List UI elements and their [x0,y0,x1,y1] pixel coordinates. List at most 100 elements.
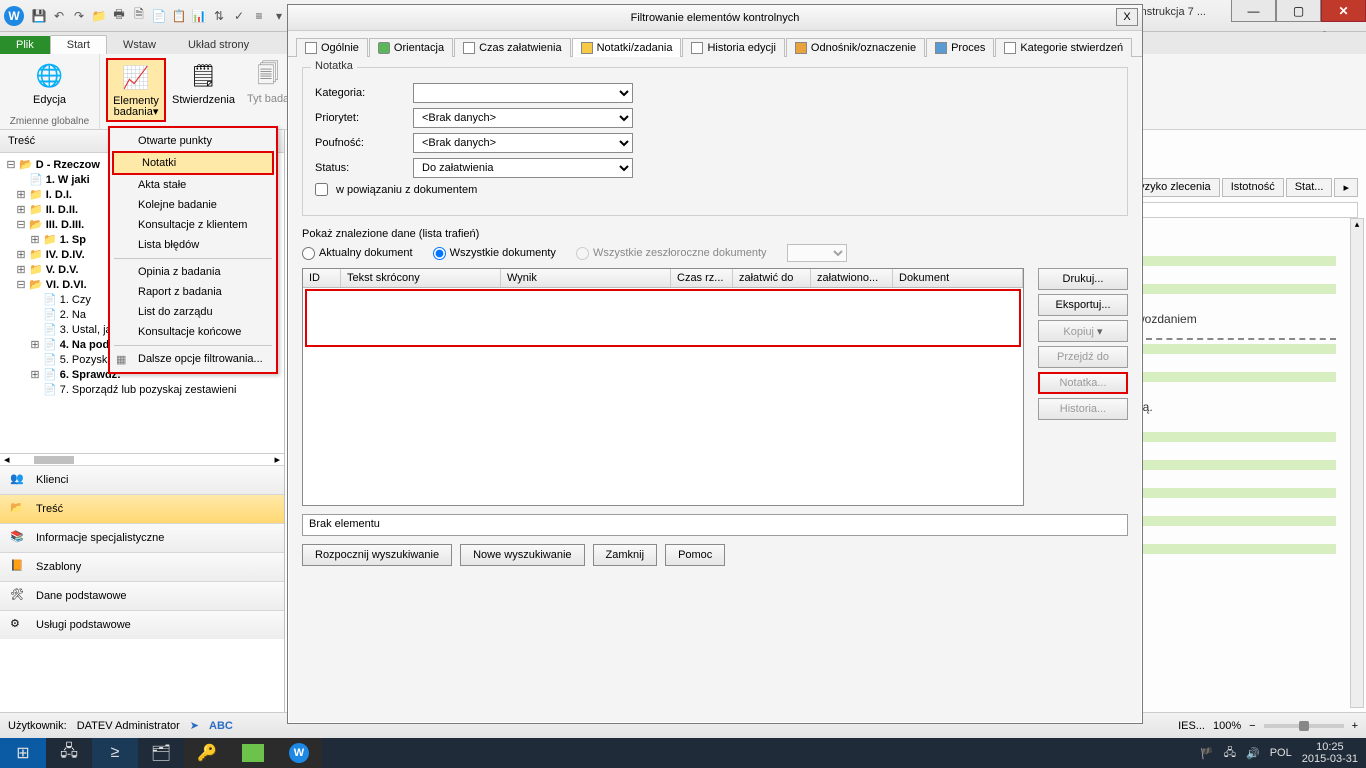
tab-uklad-strony[interactable]: Układ strony [172,36,265,54]
tree-node[interactable]: VI. D.VI. [46,279,87,291]
nav-uslugi[interactable]: ⚙Usługi podstawowe [0,610,284,639]
ribbon-elementy-badania-button[interactable]: 📈 Elementy badania▾ [106,58,166,122]
taskbar-desktop-icon[interactable] [230,738,276,768]
menu-item-dalsze-opcje[interactable]: Dalsze opcje filtrowania... [110,349,276,369]
tree-node[interactable]: V. D.V. [46,264,79,276]
zoom-slider[interactable] [1264,724,1344,728]
btn-eksportuj[interactable]: Eksportuj... [1038,294,1128,316]
tree-node[interactable]: I. D.I. [46,189,72,201]
col-tekst[interactable]: Tekst skrócony [341,269,501,287]
tab-start[interactable]: Start [50,35,107,54]
menu-item-akta-stale[interactable]: Akta stałe [110,175,276,195]
expand-icon[interactable]: ⊞ [16,188,26,201]
radio-aktualny[interactable]: Aktualny dokument [302,247,413,260]
btn-zamknij[interactable]: Zamknij [593,544,658,566]
dtab-historia[interactable]: Historia edycji [682,38,784,57]
tray-lang[interactable]: POL [1270,747,1292,759]
ribbon-stwierdzenia-button[interactable]: 🗒 Stwierdzenia [166,58,241,122]
qat-copy-icon[interactable]: 📋 [170,7,188,25]
dtab-odnosnik[interactable]: Odnośnik/oznaczenie [786,38,925,57]
nav-dane[interactable]: 🛠Dane podstawowe [0,581,284,610]
select-priorytet[interactable]: <Brak danych> [413,108,633,128]
tree-root[interactable]: D - Rzeczow [36,159,100,171]
tree-node[interactable]: 1. W jaki [46,174,90,186]
dialog-close-button[interactable]: X [1116,8,1138,26]
select-kategoria[interactable] [413,83,633,103]
spellcheck-icon[interactable]: ABC [209,720,233,732]
tree-node[interactable]: 7. Sporządź lub pozyskaj zestawieni [60,384,237,396]
tab-plik[interactable]: Plik [0,36,50,54]
tree-node[interactable]: III. D.III. [46,219,85,231]
checkbox-powiazanie[interactable] [315,183,328,196]
menu-item-lista-bledow[interactable]: Lista błędów [110,235,276,255]
tree-node[interactable]: 1. Czy [60,294,91,306]
minimize-button[interactable]: — [1231,0,1276,22]
select-year[interactable] [787,244,847,262]
col-dokument[interactable]: Dokument [893,269,1023,287]
qat-preview-icon[interactable]: 🗎 [130,7,148,25]
start-button[interactable]: ⊞ [0,738,46,768]
ribbon-edycja-button[interactable]: 🌐 Edycja [27,58,72,108]
cursor-icon[interactable]: ➤ [190,719,199,732]
menu-item-list-zarzad[interactable]: List do zarządu [110,302,276,322]
col-wynik[interactable]: Wynik [501,269,671,287]
taskbar-explorer-icon[interactable]: 🗂 [138,738,184,768]
qat-list-icon[interactable]: ≡ [250,7,268,25]
tree-node[interactable]: 1. Sp [60,234,86,246]
qat-folder-icon[interactable]: 📁 [90,7,108,25]
col-id[interactable]: ID [303,269,341,287]
btn-pomoc[interactable]: Pomoc [665,544,725,566]
expand-icon[interactable]: ⊞ [16,203,26,216]
expand-icon[interactable]: ⊞ [30,368,40,381]
col-zalatwic[interactable]: załatwić do [733,269,811,287]
tab-ryzyko[interactable]: yzyko zlecenia [1130,178,1220,197]
tree-node[interactable]: IV. D.IV. [46,249,85,261]
qat-more-icon[interactable]: ▾ [270,7,288,25]
menu-item-notatki[interactable]: Notatki [112,151,274,175]
taskbar-server-icon[interactable]: 🖧 [46,738,92,768]
tab-wstaw[interactable]: Wstaw [107,36,172,54]
menu-item-konsultacje-koncowe[interactable]: Konsultacje końcowe [110,322,276,342]
tree-node[interactable]: II. D.II. [46,204,78,216]
expand-icon[interactable]: ⊞ [30,233,40,246]
nav-tresc[interactable]: 📂Treść [0,494,284,523]
tray-flag-icon[interactable]: 🏴 [1200,747,1214,760]
expand-icon[interactable]: ⊞ [30,338,40,351]
expand-icon[interactable]: ⊟ [6,158,16,171]
select-status[interactable]: Do załatwienia [413,158,633,178]
tree-hscrollbar[interactable]: ◂▸ [0,453,284,465]
taskbar-key-icon[interactable]: 🔑 [184,738,230,768]
expand-icon[interactable]: ⊞ [16,248,26,261]
nav-informacje[interactable]: 📚Informacje specjalistyczne [0,523,284,552]
results-grid[interactable]: ID Tekst skrócony Wynik Czas rz... załat… [302,268,1024,506]
menu-item-opinia[interactable]: Opinia z badania [110,262,276,282]
nav-klienci[interactable]: 👥Klienci [0,465,284,494]
btn-notatka[interactable]: Notatka... [1038,372,1128,394]
qat-bar-icon[interactable]: 📊 [190,7,208,25]
qat-sort-icon[interactable]: ⇅ [210,7,228,25]
qat-undo-icon[interactable]: ↶ [50,7,68,25]
menu-item-otwarte-punkty[interactable]: Otwarte punkty [110,131,276,151]
zoom-in-icon[interactable]: + [1352,720,1358,732]
menu-item-konsultacje-klientem[interactable]: Konsultacje z klientem [110,215,276,235]
btn-nowe[interactable]: Nowe wyszukiwanie [460,544,584,566]
tab-istotnosc[interactable]: Istotność [1222,178,1284,197]
dtab-orientacja[interactable]: Orientacja [369,38,453,57]
col-zalatwiono[interactable]: załatwiono... [811,269,893,287]
btn-rozpocznij[interactable]: Rozpocznij wyszukiwanie [302,544,452,566]
qat-doc-icon[interactable]: 📄 [150,7,168,25]
vscrollbar[interactable]: ▴ [1350,218,1364,708]
menu-item-kolejne-badanie[interactable]: Kolejne badanie [110,195,276,215]
radio-wszystkie[interactable]: Wszystkie dokumenty [433,247,556,260]
maximize-button[interactable]: ▢ [1276,0,1321,22]
radio-zeszloroczne[interactable]: Wszystkie zeszłoroczne dokumenty [576,247,767,260]
menu-item-raport[interactable]: Raport z badania [110,282,276,302]
qat-print-icon[interactable]: 🖶 [110,7,128,25]
dtab-kategorie[interactable]: Kategorie stwierdzeń [995,38,1132,57]
btn-przejdz[interactable]: Przejdź do [1038,346,1128,368]
dtab-notatki[interactable]: Notatki/zadania [572,38,682,57]
nav-szablony[interactable]: 📙Szablony [0,552,284,581]
expand-icon[interactable]: ⊟ [16,278,26,291]
dtab-proces[interactable]: Proces [926,38,994,57]
close-button[interactable]: ✕ [1321,0,1366,22]
